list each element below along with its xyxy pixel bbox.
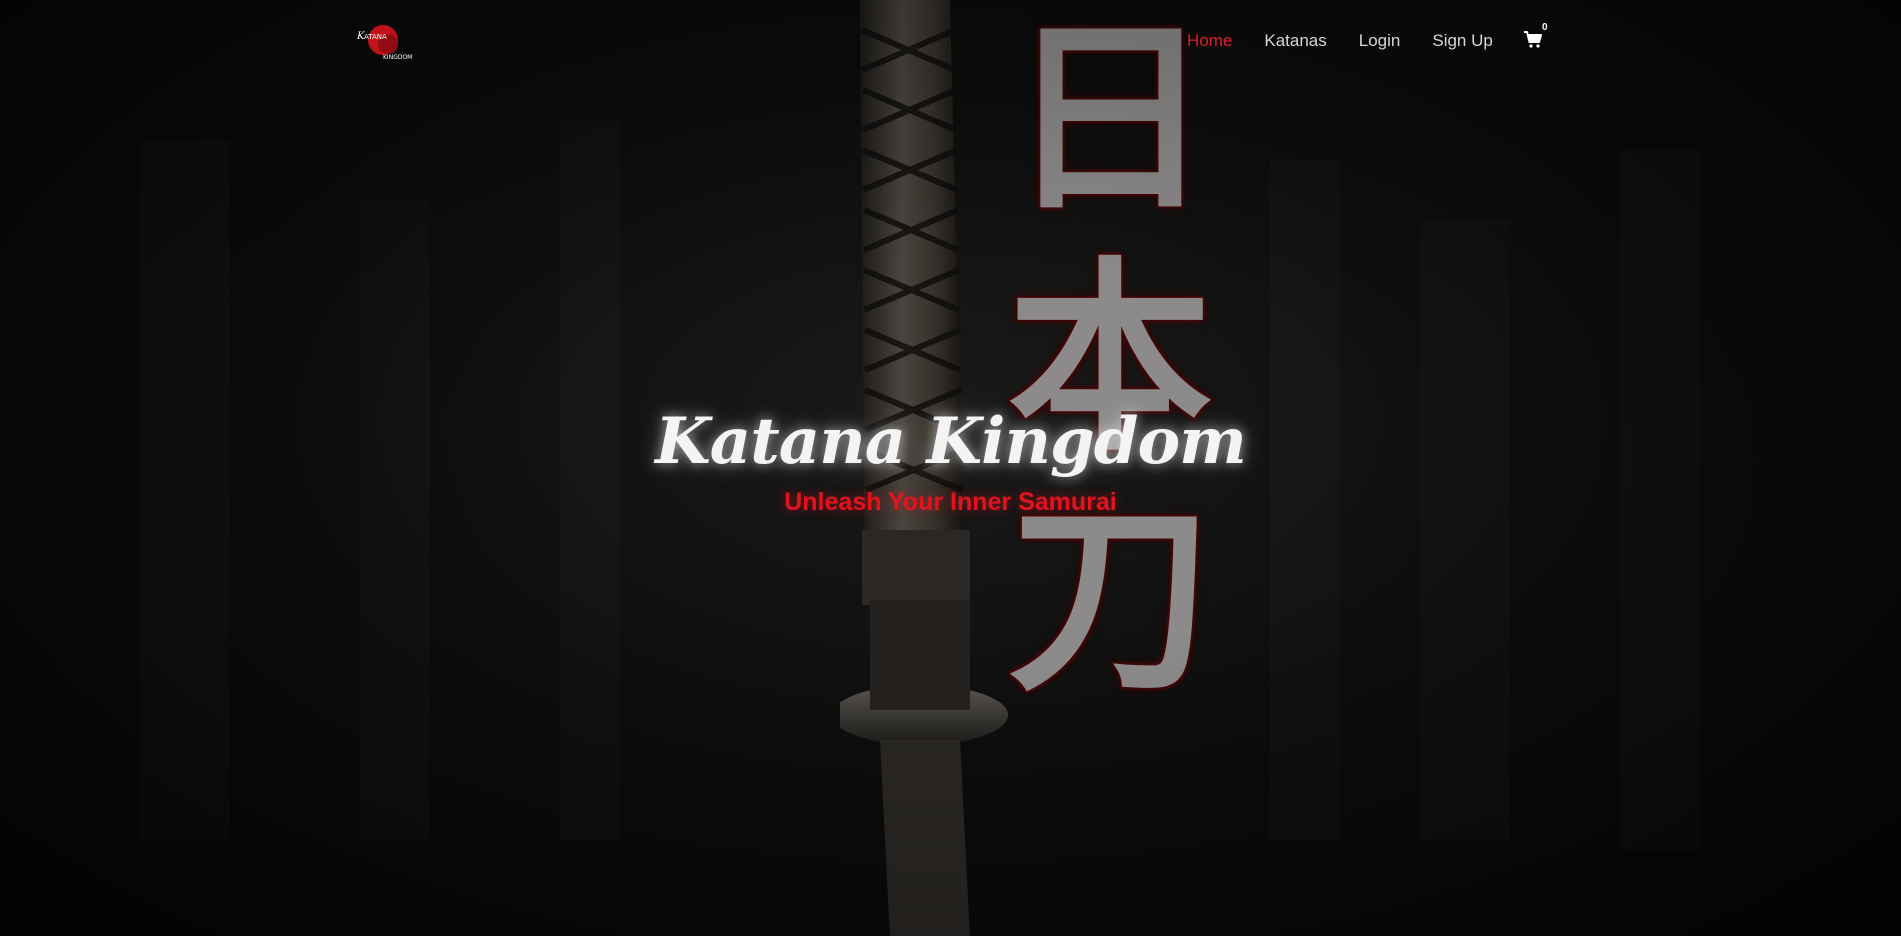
nav-katanas[interactable]: Katanas <box>1264 31 1326 51</box>
nav-links: Home Katanas Login Sign Up <box>1187 31 1525 51</box>
cart-count-badge: 0 <box>1542 22 1548 33</box>
hero-text: Katana Kingdom Unleash Your Inner Samura… <box>0 400 1901 517</box>
shopping-cart-icon[interactable] <box>1523 30 1543 50</box>
nav-login[interactable]: Login <box>1359 31 1401 51</box>
nav-home[interactable]: Home <box>1187 31 1232 51</box>
hero-section: 日 本 刀 K ATANA KINGDOM Home Katanas Login… <box>0 0 1901 936</box>
svg-text:ATANA: ATANA <box>364 33 387 41</box>
katana-kingdom-logo[interactable]: K ATANA KINGDOM <box>355 22 415 62</box>
navbar: K ATANA KINGDOM Home Katanas Login Sign … <box>0 0 1901 84</box>
hero-subtitle: Unleash Your Inner Samurai <box>784 488 1117 516</box>
nav-sign-up[interactable]: Sign Up <box>1432 31 1492 51</box>
svg-text:KINGDOM: KINGDOM <box>383 54 412 61</box>
hero-title: Katana Kingdom <box>655 404 1247 479</box>
